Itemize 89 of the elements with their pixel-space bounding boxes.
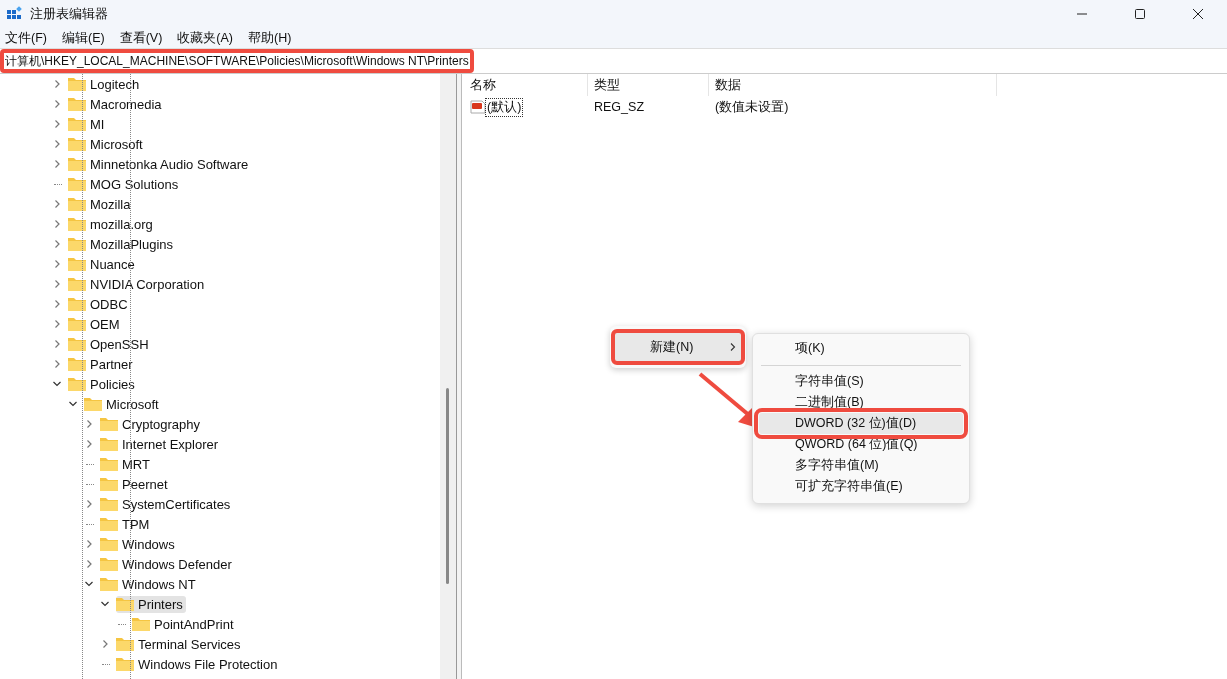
tree-item[interactable]: OEM xyxy=(68,315,123,333)
tree-item[interactable]: MOG Solutions xyxy=(68,175,182,193)
chevron-down-icon[interactable] xyxy=(84,579,94,589)
chevron-right-icon[interactable] xyxy=(52,359,62,369)
registry-editor-icon xyxy=(6,6,22,22)
folder-icon xyxy=(100,477,118,491)
scrollbar-thumb[interactable] xyxy=(446,388,449,584)
chevron-right-icon[interactable] xyxy=(52,279,62,289)
chevron-right-icon[interactable] xyxy=(84,499,94,509)
folder-icon xyxy=(100,557,118,571)
chevron-right-icon[interactable] xyxy=(52,139,62,149)
tree-item[interactable]: Logitech xyxy=(68,75,143,93)
chevron-right-icon[interactable] xyxy=(52,299,62,309)
chevron-down-icon[interactable] xyxy=(68,399,78,409)
tree-item[interactable]: mozilla.org xyxy=(68,215,156,233)
submenu-item[interactable]: 可扩充字符串值(E) xyxy=(759,476,963,497)
tree-item[interactable]: MozillaPlugins xyxy=(68,235,177,253)
maximize-icon[interactable] xyxy=(1134,8,1146,20)
folder-icon xyxy=(132,617,150,631)
chevron-right-icon[interactable] xyxy=(52,339,62,349)
value-name[interactable]: (默认) xyxy=(486,98,523,116)
string-value-icon xyxy=(470,99,486,115)
tree-item[interactable]: Windows NT xyxy=(100,575,199,593)
chevron-right-icon[interactable] xyxy=(52,259,62,269)
folder-icon xyxy=(100,517,118,531)
chevron-right-icon[interactable] xyxy=(84,559,94,569)
submenu-item[interactable]: 多字符串值(M) xyxy=(759,455,963,476)
menu-item[interactable]: 收藏夹(A) xyxy=(177,29,233,47)
tree-item[interactable]: Windows Defender xyxy=(100,555,235,573)
chevron-right-icon[interactable] xyxy=(84,419,94,429)
tree-item[interactable]: ODBC xyxy=(68,295,131,313)
tree-item[interactable]: NVIDIA Corporation xyxy=(68,275,208,293)
submenu-item[interactable]: 项(K) xyxy=(759,338,963,359)
folder-icon xyxy=(100,437,118,451)
value-type: REG_SZ xyxy=(593,100,645,114)
tree-item[interactable]: Minnetonka Audio Software xyxy=(68,155,252,173)
menu-item[interactable]: 编辑(E) xyxy=(61,29,105,47)
chevron-down-icon[interactable] xyxy=(52,379,62,389)
folder-icon xyxy=(100,417,118,431)
tree-item[interactable]: SystemCertificates xyxy=(100,495,234,513)
menu-item[interactable]: 文件(F) xyxy=(5,29,47,47)
chevron-right-icon[interactable] xyxy=(100,639,110,649)
tree-item[interactable]: Peernet xyxy=(100,475,171,493)
tree-item[interactable]: Microsoft xyxy=(68,135,146,153)
folder-icon xyxy=(100,577,118,591)
folder-icon xyxy=(100,537,118,551)
tree-item[interactable]: Policies xyxy=(68,375,138,393)
chevron-right-icon[interactable] xyxy=(52,319,62,329)
tree-item[interactable]: Windows File Protection xyxy=(116,655,281,673)
address-bar[interactable]: 计算机\HKEY_LOCAL_MACHINE\SOFTWARE\Policies\Microsoft\Windows NT\Printers xyxy=(0,49,474,73)
tree-item[interactable]: TPM xyxy=(100,515,153,533)
chevron-right-icon[interactable] xyxy=(52,79,62,89)
chevron-down-icon[interactable] xyxy=(100,599,110,609)
menu-item[interactable]: 帮助(H) xyxy=(248,29,292,47)
tree-item[interactable]: Macromedia xyxy=(68,95,165,113)
new-menu-item[interactable]: 新建(N) xyxy=(611,329,745,365)
tree-item[interactable]: Terminal Services xyxy=(116,635,244,653)
chevron-right-icon[interactable] xyxy=(52,99,62,109)
tree-item[interactable]: Internet Explorer xyxy=(100,435,222,453)
tree-item[interactable]: MRT xyxy=(100,455,153,473)
tree-item[interactable]: Cryptography xyxy=(100,415,204,433)
column-header[interactable]: 类型 xyxy=(588,74,709,96)
tree-item[interactable]: Microsoft xyxy=(84,395,162,413)
column-header[interactable]: 数据 xyxy=(709,74,997,96)
column-header[interactable]: 名称 xyxy=(468,74,588,96)
chevron-right-icon[interactable] xyxy=(52,159,62,169)
tree-item[interactable]: OpenSSH xyxy=(68,335,152,353)
submenu-item[interactable]: 二进制值(B) xyxy=(759,392,963,413)
chevron-right-icon[interactable] xyxy=(84,439,94,449)
tree-item[interactable]: MI xyxy=(68,115,108,133)
tree-item[interactable]: Windows xyxy=(100,535,178,553)
folder-icon xyxy=(100,457,118,471)
chevron-right-icon[interactable] xyxy=(52,239,62,249)
menu-item[interactable]: 查看(V) xyxy=(119,29,163,47)
chevron-right-icon[interactable] xyxy=(52,199,62,209)
tree-item[interactable]: PointAndPrint xyxy=(132,615,237,633)
folder-icon xyxy=(84,397,102,411)
value-data: (数值未设置) xyxy=(714,98,790,116)
tree-item[interactable]: Mozilla xyxy=(68,195,134,213)
close-icon[interactable] xyxy=(1192,8,1204,20)
tree-item[interactable]: Printers xyxy=(116,595,186,613)
folder-icon xyxy=(100,497,118,511)
chevron-right-icon[interactable] xyxy=(84,539,94,549)
chevron-right-icon[interactable] xyxy=(52,219,62,229)
window-title: 注册表编辑器 xyxy=(30,5,108,23)
tree-item[interactable]: Nuance xyxy=(68,255,138,273)
chevron-right-icon[interactable] xyxy=(52,119,62,129)
submenu-item[interactable]: 字符串值(S) xyxy=(759,371,963,392)
tree-item[interactable]: Partner xyxy=(68,355,136,373)
